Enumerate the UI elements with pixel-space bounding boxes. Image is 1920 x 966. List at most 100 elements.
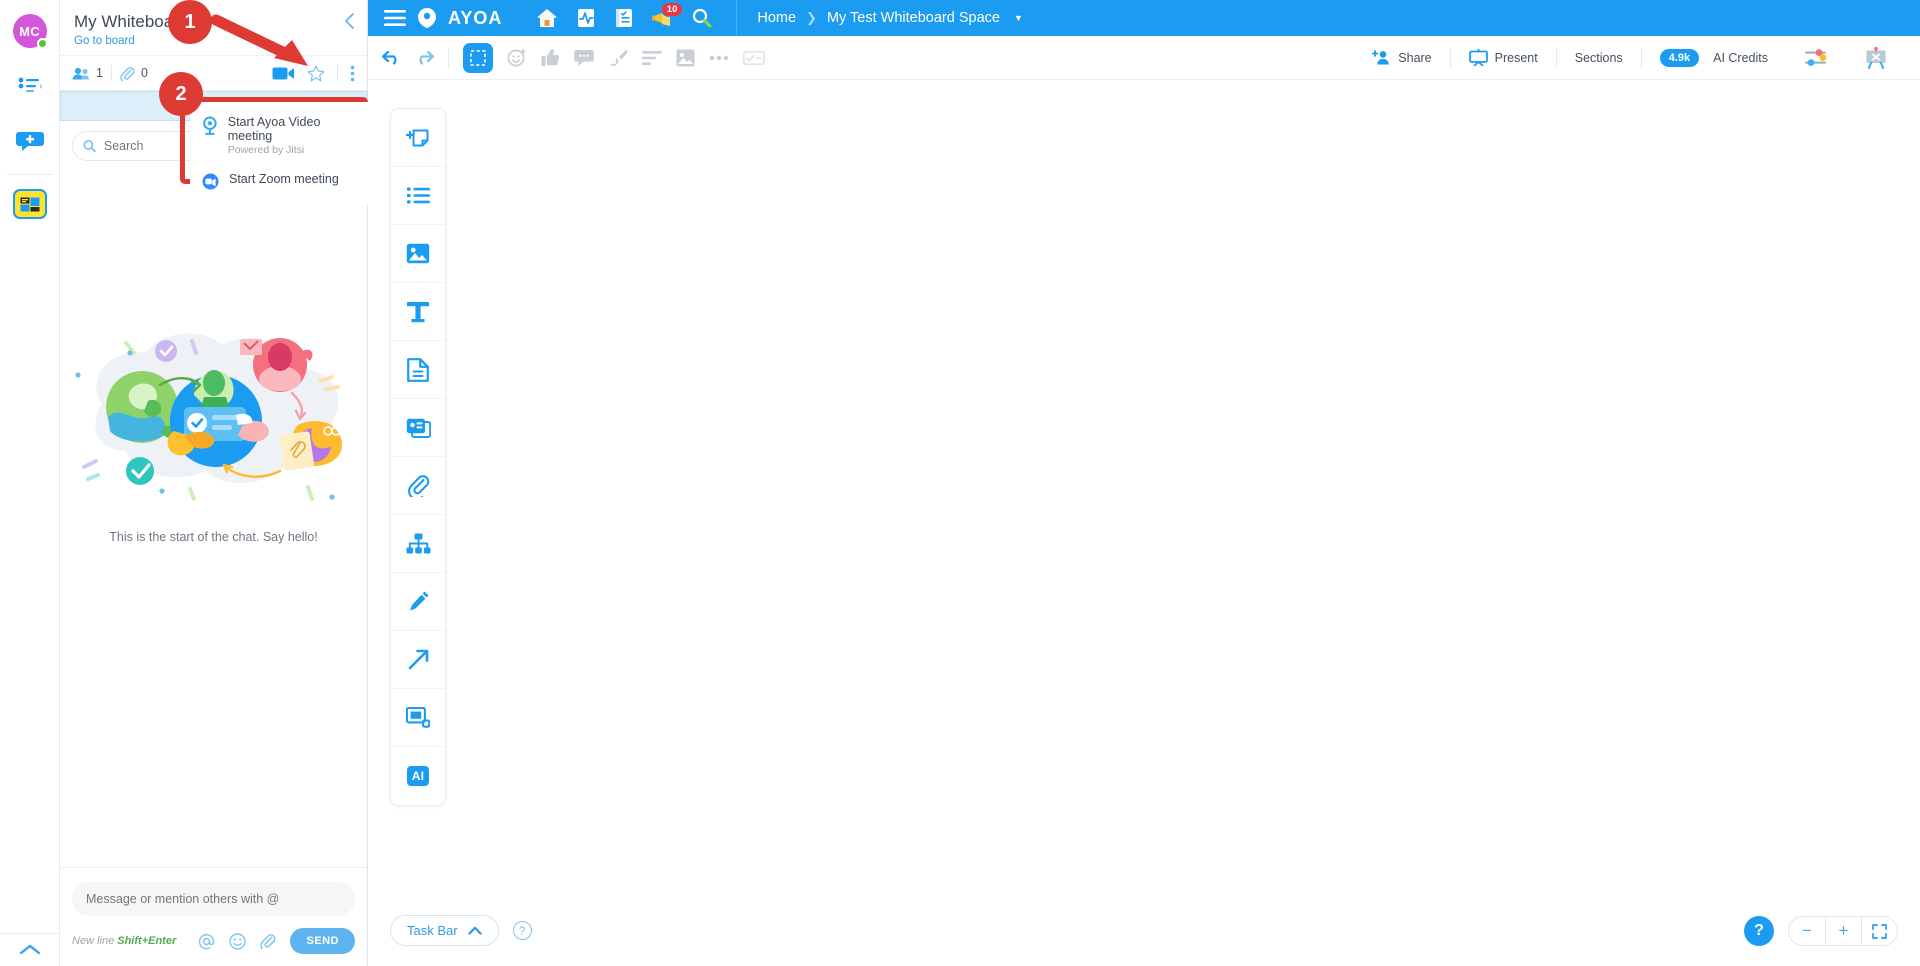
board-view-button[interactable] — [1846, 46, 1906, 69]
breadcrumb-item-home[interactable]: Home — [757, 10, 796, 26]
ayoa-logo-icon[interactable] — [416, 7, 438, 29]
activity-icon[interactable] — [576, 8, 596, 28]
avatar[interactable]: MC — [12, 14, 48, 49]
rail-divider — [6, 174, 53, 175]
sidebar-item-whiteboard[interactable] — [12, 189, 47, 219]
share-label: Share — [1398, 50, 1432, 65]
checkbox-icon[interactable] — [743, 50, 765, 65]
hamburger-menu-icon[interactable] — [384, 10, 406, 26]
annotation-arrow-1 — [210, 14, 308, 66]
task-bar-label: Task Bar — [407, 923, 458, 938]
menu-item-sublabel: Powered by Jitsi — [227, 144, 305, 156]
chat-composer: New line Shift+Enter — [60, 867, 367, 966]
tasks-icon[interactable] — [614, 8, 634, 28]
newline-hint-keys: Shift+Enter — [117, 935, 177, 947]
comment-icon[interactable] — [574, 49, 594, 67]
undo-icon[interactable] — [382, 50, 401, 65]
chevron-down-icon[interactable]: ▼ — [1014, 13, 1023, 23]
brush-icon[interactable] — [608, 48, 628, 68]
task-bar-toggle[interactable]: Task Bar — [390, 915, 499, 946]
search-icon[interactable] — [692, 8, 712, 28]
annotation-badge-1: 1 — [168, 0, 212, 44]
menu-item-label: Start Ayoa Video meeting — [227, 115, 321, 143]
message-input[interactable] — [86, 892, 341, 906]
panel-collapse-icon[interactable] — [344, 12, 355, 30]
meta-divider-2 — [337, 65, 338, 81]
present-icon — [1468, 49, 1488, 66]
ai-credits-value: 4.9k — [1659, 48, 1700, 67]
select-icon[interactable] — [463, 42, 493, 73]
help-button[interactable]: ? — [1744, 916, 1774, 946]
present-button[interactable]: Present — [1451, 49, 1556, 66]
zoom-in-button[interactable]: + — [1825, 916, 1861, 946]
fit-screen-button[interactable] — [1861, 916, 1897, 946]
attachments-count[interactable]: 0 — [120, 66, 148, 81]
menu-item-ayoa-video[interactable]: Start Ayoa Video meeting Powered by Jits… — [190, 110, 370, 161]
message-input-box[interactable] — [72, 882, 355, 916]
emoji-icon — [229, 932, 247, 950]
image-icon[interactable] — [676, 49, 695, 67]
zoom-controls: ? − + — [1744, 916, 1898, 946]
tool-add-sticky-note[interactable] — [391, 109, 445, 167]
emoji-icon[interactable] — [507, 48, 527, 68]
tool-ai[interactable]: AI — [391, 747, 445, 805]
attach-button[interactable] — [260, 933, 276, 949]
chat-more-menu-button[interactable] — [350, 65, 355, 82]
more-vertical-icon — [350, 65, 355, 81]
present-label: Present — [1494, 50, 1538, 65]
toolbar-divider — [448, 46, 449, 69]
send-button[interactable]: SEND — [290, 928, 355, 954]
more-icon[interactable] — [709, 55, 729, 61]
breadcrumb-item-space[interactable]: My Test Whiteboard Space — [827, 10, 1000, 26]
help-outline-button[interactable]: ? — [512, 921, 532, 940]
top-nav-icons: 10 — [536, 2, 712, 28]
mindmap-icon — [406, 533, 430, 554]
paperclip-icon — [260, 934, 276, 949]
annotation-number: 2 — [175, 82, 187, 105]
paperclip-icon — [120, 66, 135, 81]
members-icon — [72, 67, 89, 79]
home-icon[interactable] — [536, 8, 558, 28]
left-rail: MC — [0, 0, 60, 966]
ai-credits-button[interactable]: 4.9k AI Credits — [1642, 48, 1786, 67]
redo-icon[interactable] — [415, 50, 434, 65]
members-count[interactable]: 1 — [72, 66, 103, 80]
rail-collapse-button[interactable] — [0, 933, 60, 956]
share-button[interactable]: Share — [1354, 50, 1449, 65]
tool-attachment[interactable] — [391, 457, 445, 515]
attachment-icon — [407, 475, 429, 497]
tool-card[interactable] — [391, 399, 445, 457]
zoom-button-group: − + — [1788, 916, 1898, 946]
sections-button[interactable]: Sections — [1557, 51, 1641, 65]
whiteboard-canvas[interactable]: AI Task Bar ? ? − + — [368, 80, 1920, 966]
zoom-out-button[interactable]: − — [1789, 916, 1825, 946]
tool-shape[interactable] — [391, 689, 445, 747]
text-icon — [407, 301, 429, 322]
tool-document[interactable] — [391, 341, 445, 399]
online-status-dot — [36, 38, 48, 49]
thumbs-up-icon[interactable] — [541, 48, 560, 67]
tool-text[interactable] — [391, 283, 445, 341]
chat-empty-state: This is the start of the chat. Say hello… — [60, 169, 367, 867]
meta-divider — [110, 65, 112, 81]
tool-pen[interactable] — [391, 573, 445, 631]
align-icon[interactable] — [642, 50, 662, 65]
tool-image[interactable] — [391, 225, 445, 283]
notifications-icon[interactable]: 10 — [652, 2, 684, 27]
emoji-button[interactable] — [229, 932, 247, 950]
board-settings-button[interactable] — [1786, 48, 1846, 68]
menu-item-zoom[interactable]: Start Zoom meeting — [190, 167, 370, 195]
composer-footer: New line Shift+Enter SEND — [72, 928, 355, 954]
sidebar-item-tasks[interactable] — [11, 66, 49, 104]
sidebar-item-new-chat[interactable] — [11, 122, 49, 160]
object-tools — [463, 42, 765, 73]
tool-list[interactable] — [391, 167, 445, 225]
video-meeting-dropdown: Start Ayoa Video meeting Powered by Jits… — [190, 102, 370, 205]
mention-button[interactable] — [198, 933, 215, 950]
attachments-count-value: 0 — [140, 66, 148, 80]
tool-arrow[interactable] — [391, 631, 445, 689]
whiteboard-tile-icon — [20, 197, 39, 211]
chevron-up-icon — [19, 944, 41, 955]
chevron-left-icon — [345, 13, 354, 29]
tool-mindmap[interactable] — [391, 515, 445, 573]
